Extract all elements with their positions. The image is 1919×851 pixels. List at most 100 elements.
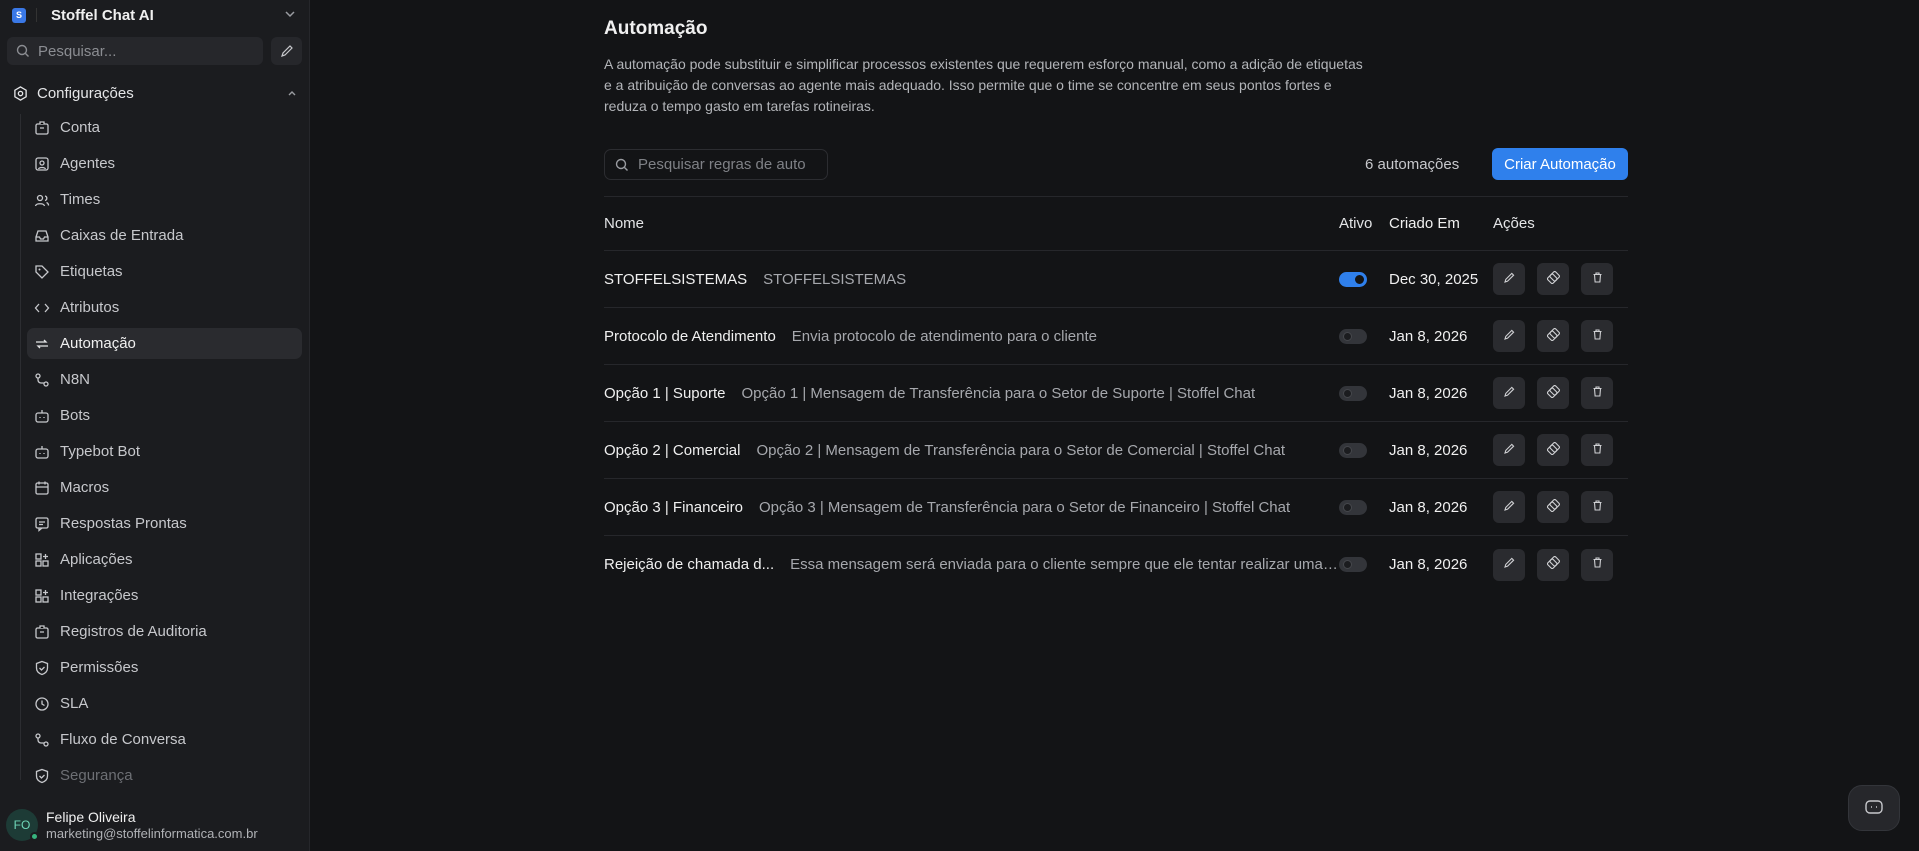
sidebar-search-input[interactable]: Pesquisar... [7, 37, 263, 65]
actions-cell [1493, 320, 1628, 352]
repeat-icon [34, 336, 50, 352]
chat-bot-icon [1865, 800, 1883, 814]
sidebar-item-seguranca[interactable]: Segurança [27, 760, 302, 791]
users-icon [34, 192, 50, 208]
active-toggle[interactable] [1339, 328, 1367, 344]
clone-button[interactable] [1537, 377, 1569, 409]
app-name: Stoffel Chat AI [51, 6, 154, 24]
sidebar-item-atributos[interactable]: Atributos [27, 292, 302, 323]
sidebar-item-integracoes[interactable]: Integrações [27, 580, 302, 611]
edit-button[interactable] [1493, 548, 1525, 581]
clone-button[interactable] [1537, 491, 1569, 523]
edit-button[interactable] [1493, 491, 1525, 523]
active-toggle[interactable] [1339, 385, 1367, 401]
automation-search-placeholder: Pesquisar regras de auto [638, 156, 806, 173]
sidebar-item-caixas-de-entrada[interactable]: Caixas de Entrada [27, 220, 302, 251]
edit-button[interactable] [1493, 320, 1525, 352]
sidebar-item-typebot-bot[interactable]: Typebot Bot [27, 436, 302, 467]
sidebar-item-times[interactable]: Times [27, 184, 302, 215]
table-header: Nome Ativo Criado Em Ações [604, 197, 1628, 251]
chevron-up-icon [288, 91, 296, 96]
toggle-knob [1343, 502, 1352, 512]
created-date: Jan 8, 2026 [1389, 498, 1468, 516]
pencil-icon [1503, 442, 1516, 459]
delete-button[interactable] [1581, 434, 1613, 466]
clone-button[interactable] [1537, 320, 1569, 352]
automation-search-input[interactable]: Pesquisar regras de auto [604, 149, 828, 180]
edit-button[interactable] [1493, 263, 1525, 295]
clone-button[interactable] [1537, 434, 1569, 466]
sidebar-item-bots[interactable]: Bots [27, 400, 302, 431]
automation-description: Envia protocolo de atendimento para o cl… [791, 327, 1097, 345]
trash-icon [1591, 385, 1604, 402]
delete-button[interactable] [1581, 491, 1613, 523]
pencil-icon [1503, 271, 1516, 288]
active-cell [1339, 499, 1389, 515]
online-status-dot [30, 832, 39, 841]
app-logo: S [12, 7, 26, 23]
clone-button[interactable] [1537, 263, 1569, 295]
automation-name-cell: Opção 3 | Financeiro Opção 3 | Mensagem d… [604, 499, 1339, 516]
sidebar-item-label: Macros [60, 479, 110, 496]
bot-icon [34, 408, 50, 424]
trash-icon [1591, 442, 1604, 459]
active-toggle[interactable] [1339, 499, 1367, 515]
created-date: Dec 30, 2025 [1389, 270, 1479, 288]
active-toggle[interactable] [1339, 271, 1367, 287]
shield-icon [34, 768, 50, 784]
sidebar-item-automacao[interactable]: Automação [27, 328, 302, 359]
sidebar-item-etiquetas[interactable]: Etiquetas [27, 256, 302, 287]
automation-name-cell: Rejeição de chamada d... Essa mensagem se… [604, 556, 1339, 573]
sidebar-item-macros[interactable]: Macros [27, 472, 302, 503]
sidebar-item-label: Integrações [60, 587, 139, 604]
chat-widget-button[interactable] [1848, 785, 1900, 831]
sidebar-item-label: Caixas de Entrada [60, 227, 184, 244]
automation-count: 6 automações [1365, 156, 1460, 173]
active-cell [1339, 271, 1389, 287]
delete-button[interactable] [1581, 320, 1613, 352]
automation-name: Rejeição de chamada d... [604, 556, 775, 573]
account-switcher[interactable]: S Stoffel Chat AI [12, 5, 302, 25]
sidebar-item-permissoes[interactable]: Permissões [27, 652, 302, 683]
edit-button[interactable] [1493, 434, 1525, 466]
sidebar-item-n8n[interactable]: N8N [27, 364, 302, 395]
trash-icon [1591, 271, 1604, 288]
sidebar-item-fluxo-de-conversa[interactable]: Fluxo de Conversa [27, 724, 302, 755]
active-cell [1339, 385, 1389, 401]
automation-description: Opção 1 | Mensagem de Transferência para… [741, 384, 1256, 402]
trash-icon [1591, 556, 1604, 573]
sidebar-item-conta[interactable]: Conta [27, 112, 302, 143]
created-date: Jan 8, 2026 [1389, 384, 1468, 402]
toggle-knob [1343, 445, 1352, 455]
sidebar-item-respostas-prontas[interactable]: Respostas Prontas [27, 508, 302, 539]
sidebar-item-registros-de-auditoria[interactable]: Registros de Auditoria [27, 616, 302, 647]
trash-icon [1591, 499, 1604, 516]
sidebar-item-aplicacoes[interactable]: Aplicações [27, 544, 302, 575]
sidebar-item-label: Conta [60, 119, 101, 136]
clone-button[interactable] [1537, 548, 1569, 581]
active-toggle[interactable] [1339, 442, 1367, 458]
settings-nav: Conta Agentes Times Caixas de Entrada Etique… [27, 112, 302, 796]
compose-button[interactable] [271, 37, 302, 65]
sidebar-item-label: Agentes [60, 155, 116, 172]
automation-name: STOFFELSISTEMAS [604, 270, 748, 288]
sidebar-item-label: Fluxo de Conversa [60, 731, 186, 748]
sidebar-item-sla[interactable]: SLA [27, 688, 302, 719]
active-toggle[interactable] [1339, 557, 1367, 572]
user-profile[interactable]: FO Felipe Oliveira marketing@stoffelinfo… [6, 808, 258, 842]
delete-button[interactable] [1581, 377, 1613, 409]
automation-name-cell: Opção 2 | Comercial Opção 2 | Mensagem de… [604, 442, 1339, 459]
tag-icon [34, 264, 50, 280]
delete-button[interactable] [1581, 263, 1613, 295]
apps-icon [34, 588, 50, 604]
settings-section-toggle[interactable]: Configurações [13, 82, 298, 104]
table-body: STOFFELSISTEMAS STOFFELSISTEMAS Dec 30, 20… [604, 251, 1628, 593]
delete-button[interactable] [1581, 548, 1613, 581]
chevron-down-icon[interactable] [284, 8, 296, 23]
edit-button[interactable] [1493, 377, 1525, 409]
sidebar-item-agentes[interactable]: Agentes [27, 148, 302, 179]
page-title: Automação [604, 18, 708, 39]
automation-description: Essa mensagem será enviada para o client… [790, 556, 1339, 573]
divider [36, 8, 37, 22]
create-automation-button[interactable]: Criar Automação [1492, 148, 1628, 180]
